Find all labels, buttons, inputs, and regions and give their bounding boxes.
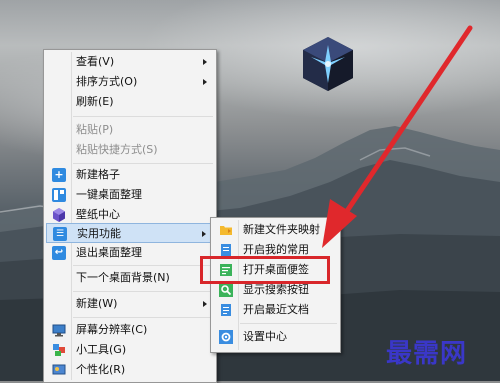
annotation-arrow — [322, 25, 473, 248]
watermark-text: 最需网 — [386, 339, 468, 369]
